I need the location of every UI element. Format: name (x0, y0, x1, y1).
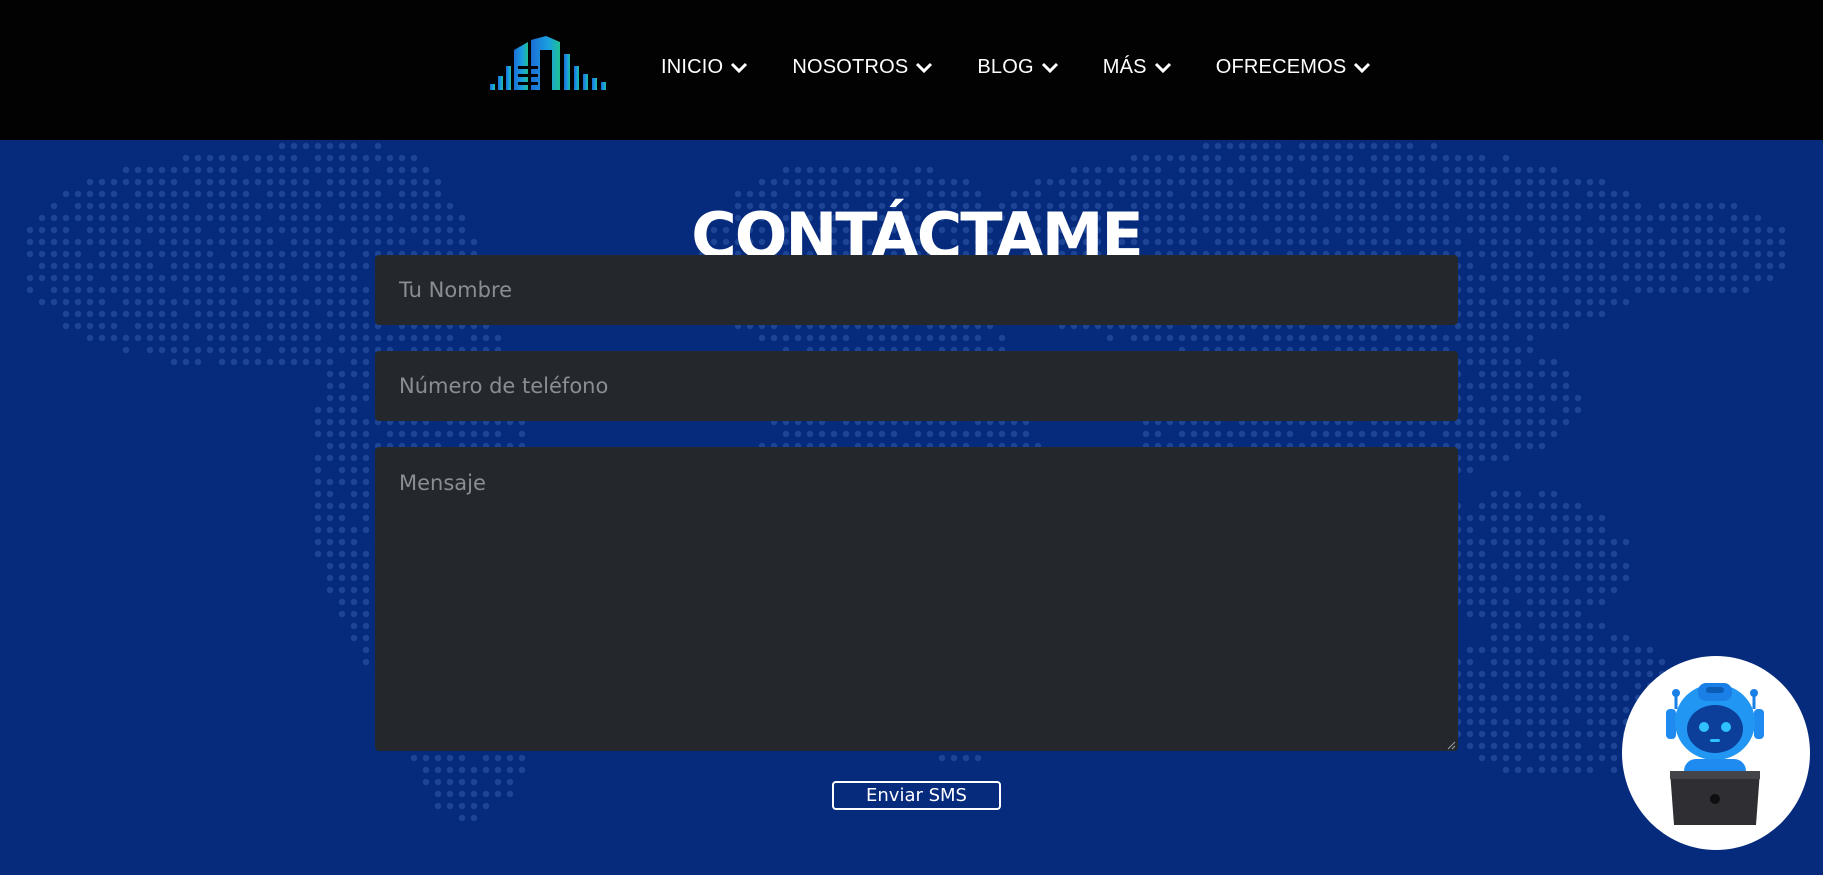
message-textarea[interactable] (375, 447, 1458, 751)
nav-item-nosotros[interactable]: NOSOTROS (792, 56, 933, 79)
chevron-down-icon (1041, 62, 1058, 73)
phone-input[interactable] (375, 351, 1458, 421)
nav-item-ofrecemos[interactable]: OFRECEMOS (1216, 56, 1372, 79)
nav-item-mas[interactable]: MÁS (1103, 56, 1172, 79)
send-sms-button[interactable]: Enviar SMS (832, 781, 1001, 810)
site-logo[interactable] (488, 36, 610, 94)
resize-handle-icon[interactable] (1447, 741, 1456, 750)
nav-item-label: INICIO (661, 56, 724, 78)
site-header: INICIO NOSOTROS BLOG MÁS OFRECEMOS (0, 0, 1823, 140)
nav-item-inicio[interactable]: INICIO (661, 56, 748, 79)
nav-item-label: MÁS (1102, 56, 1147, 78)
chevron-down-icon (916, 62, 933, 73)
main-nav: INICIO NOSOTROS BLOG MÁS OFRECEMOS (661, 56, 1371, 79)
chat-widget-button[interactable] (1622, 656, 1810, 850)
chevron-down-icon (731, 62, 748, 73)
nav-item-label: OFRECEMOS (1215, 56, 1347, 78)
nav-item-label: BLOG (977, 56, 1034, 78)
chevron-down-icon (1154, 62, 1171, 73)
building-logo-icon (490, 36, 606, 90)
chevron-down-icon (1354, 62, 1371, 73)
name-input[interactable] (375, 255, 1458, 325)
nav-item-blog[interactable]: BLOG (977, 56, 1058, 79)
nav-item-label: NOSOTROS (792, 56, 909, 78)
robot-laptop-icon (1666, 683, 1764, 825)
